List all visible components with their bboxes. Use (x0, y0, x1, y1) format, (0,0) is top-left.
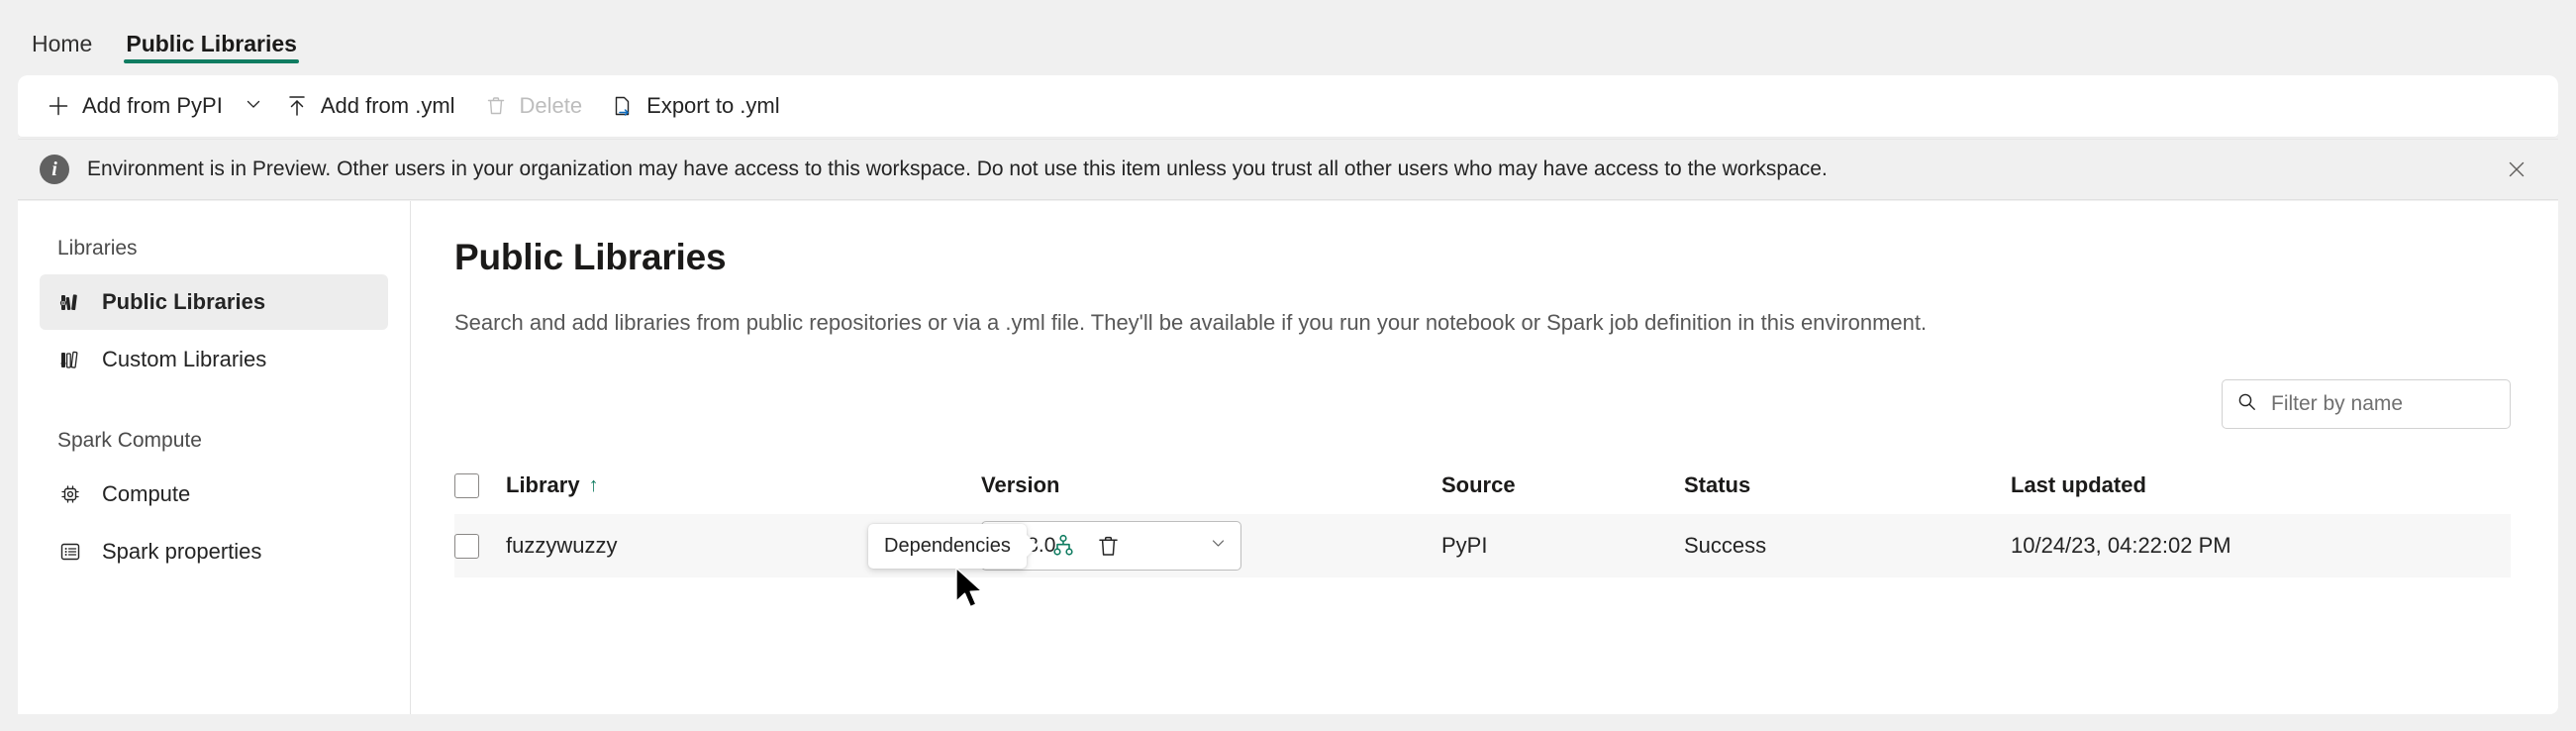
preview-info-banner: i Environment is in Preview. Other users… (18, 139, 2558, 200)
close-icon[interactable] (2497, 150, 2536, 189)
sort-ascending-icon: ↑ (588, 473, 599, 496)
search-icon (2236, 391, 2257, 417)
sidebar-group-spark-compute-title: Spark Compute (57, 429, 202, 452)
command-bar: Add from PyPI Add from .yml Delete Expor… (18, 75, 2558, 137)
export-to-yml-button[interactable]: Export to .yml (596, 83, 793, 129)
sidebar-item-spark-properties[interactable]: Spark properties (40, 524, 388, 579)
dependencies-tooltip: Dependencies (868, 523, 1027, 569)
plus-icon (46, 93, 71, 119)
column-header-library[interactable]: Library ↑ (506, 472, 981, 498)
tab-public-libraries[interactable]: Public Libraries (112, 25, 311, 71)
cell-source: PyPI (1441, 533, 1488, 558)
add-from-yml-label: Add from .yml (320, 93, 455, 118)
sidebar-item-label: Public Libraries (102, 289, 266, 314)
export-icon (610, 93, 636, 119)
sidebar-item-custom-libraries[interactable]: Custom Libraries (40, 332, 388, 387)
column-header-library-label: Library (506, 472, 580, 497)
libraries-table: Library ↑ Version Source Status Last upd… (454, 457, 2511, 577)
sidebar-item-label: Custom Libraries (102, 347, 267, 371)
sidebar-item-label: Compute (102, 481, 191, 506)
export-to-yml-label: Export to .yml (646, 93, 780, 118)
row-delete-button[interactable] (1088, 525, 1130, 567)
banner-message: Environment is in Preview. Other users i… (87, 157, 1828, 180)
add-from-yml-button[interactable]: Add from .yml (270, 83, 469, 129)
sidebar-item-label: Spark properties (102, 539, 262, 564)
info-icon: i (40, 155, 69, 184)
cell-status: Success (1684, 533, 1767, 558)
row-checkbox[interactable] (454, 533, 479, 559)
sidebar-item-compute[interactable]: Compute (40, 467, 388, 522)
row-action-cluster: Dependencies (868, 514, 1130, 577)
page-body: Libraries Public Libraries Custom Librar… (18, 201, 2558, 714)
add-from-pypi-label: Add from PyPI (82, 93, 223, 118)
sidebar-group-libraries-title: Libraries (57, 237, 138, 260)
cell-last-updated: 10/24/23, 04:22:02 PM (2011, 533, 2231, 558)
select-all-cell (454, 472, 506, 498)
sidebar: Libraries Public Libraries Custom Librar… (18, 201, 411, 714)
search-input[interactable] (2269, 391, 2496, 417)
main-content: Public Libraries Search and add librarie… (411, 201, 2558, 714)
app-window: Home Public Libraries Add from PyPI Add … (0, 0, 2576, 731)
delete-button: Delete (469, 83, 597, 129)
table-header-row: Library ↑ Version Source Status Last upd… (454, 457, 2511, 514)
column-header-last-updated[interactable]: Last updated (2011, 472, 2511, 498)
dependencies-button[interactable] (1042, 525, 1084, 567)
column-header-source[interactable]: Source (1441, 472, 1684, 498)
delete-label: Delete (519, 93, 583, 118)
trash-icon (483, 93, 509, 119)
page-title: Public Libraries (454, 237, 727, 277)
sidebar-item-public-libraries[interactable]: Public Libraries (40, 274, 388, 330)
row-select-cell (454, 533, 506, 559)
upload-icon (284, 93, 310, 119)
tab-home[interactable]: Home (18, 25, 106, 71)
tab-strip: Home Public Libraries (0, 0, 2576, 71)
column-header-version[interactable]: Version (981, 472, 1441, 498)
select-all-checkbox[interactable] (454, 472, 479, 498)
compute-icon (57, 481, 83, 507)
chevron-down-icon (1210, 535, 1227, 557)
custom-libraries-icon (57, 347, 83, 372)
column-header-status[interactable]: Status (1684, 472, 2011, 498)
filter-row (454, 379, 2511, 429)
add-from-pypi-chevron-button[interactable] (237, 83, 270, 129)
table-row[interactable]: fuzzywuzzy 0.18.0 PyPI Success 10/24/23,… (454, 514, 2511, 577)
filter-search-box[interactable] (2222, 379, 2511, 429)
chevron-down-icon (245, 95, 262, 118)
spark-properties-icon (57, 539, 83, 565)
add-from-pypi-button[interactable]: Add from PyPI (32, 83, 237, 129)
public-libraries-icon (57, 289, 83, 315)
page-description: Search and add libraries from public rep… (454, 310, 1928, 335)
